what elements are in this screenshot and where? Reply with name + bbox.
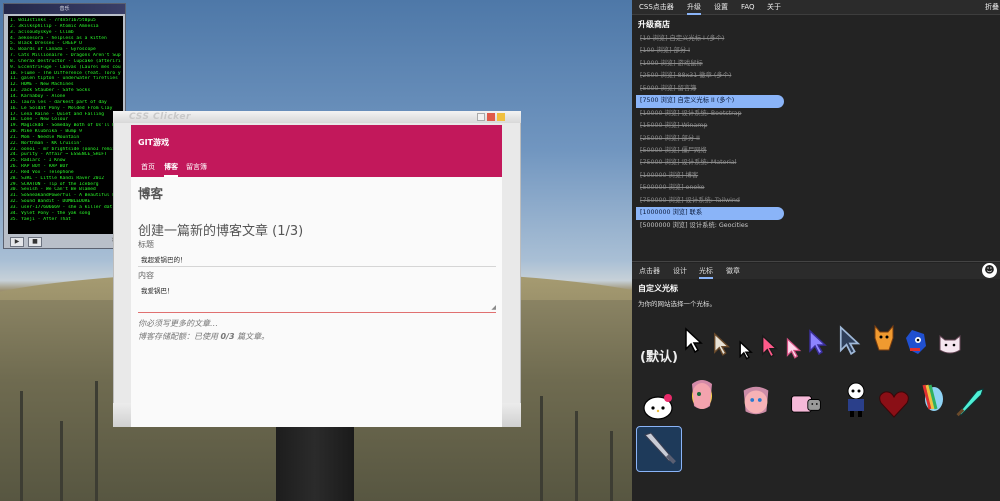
title-label: 标题 bbox=[138, 240, 154, 249]
blog-screen: GIT游戏 首页 博客 留言簿 博客 创建一篇新的博客文章 (1/3) 标题 我… bbox=[131, 125, 502, 427]
subtab-cursors[interactable]: 光标 bbox=[699, 265, 713, 279]
shop-item[interactable]: [5000000 浏览] 设计系统: Geocities bbox=[636, 220, 936, 232]
sonic-cursor-icon[interactable] bbox=[898, 324, 934, 360]
textarea-underline bbox=[138, 312, 496, 313]
title-underline bbox=[138, 266, 496, 267]
track-item[interactable]: 9. EccentriFuge - Canvas (Laurel mes cou… bbox=[10, 65, 121, 71]
app-bar: GIT游戏 首页 博客 留言簿 bbox=[131, 125, 502, 177]
folder-icon[interactable] bbox=[497, 113, 505, 121]
shop-item[interactable]: [100000 浏览] 博客 bbox=[636, 170, 936, 182]
tab-home[interactable]: 首页 bbox=[141, 160, 155, 175]
shop-item[interactable]: [50000 浏览] 僵尸网络 bbox=[636, 145, 936, 157]
skeleton-cursor-icon[interactable] bbox=[838, 382, 874, 418]
tree bbox=[95, 381, 98, 501]
fox-cursor-icon[interactable] bbox=[866, 320, 902, 356]
tree bbox=[540, 396, 543, 501]
tab-guestbook[interactable]: 留言簿 bbox=[186, 160, 207, 175]
shop-item[interactable]: [5000 浏览] 留言簿 bbox=[636, 83, 936, 95]
tree bbox=[575, 411, 578, 501]
quota-note: 博客存储配额：已使用 0/3 篇文章。 bbox=[138, 331, 269, 342]
content-label: 内容 bbox=[138, 271, 154, 280]
cursor-section-title: 自定义光标 bbox=[638, 284, 678, 293]
music-player: 音乐 1. 0d13stinks - 7r4n5r1675t0pu5 2. 3ki… bbox=[3, 3, 126, 249]
resize-grip-icon[interactable]: ◢ bbox=[491, 304, 496, 311]
quota-prefix: 博客存储配额：已使用 bbox=[138, 332, 221, 341]
nav-settings[interactable]: 设置 bbox=[714, 2, 728, 13]
quota-suffix: 篇文章。 bbox=[234, 332, 270, 341]
shop-item[interactable]: [10000 浏览] 设计系统: Bootstrap bbox=[636, 108, 936, 120]
pony-rainbow-cursor-icon[interactable] bbox=[914, 380, 950, 416]
quota-value: 0/3 bbox=[220, 332, 235, 341]
arrow-blue-cursor-icon[interactable] bbox=[832, 322, 868, 358]
page-title: 博客 bbox=[138, 186, 164, 201]
track-item[interactable]: 8. Cherax Destructor - Cupcake (afteriri… bbox=[10, 59, 121, 65]
nav-about[interactable]: 关于 bbox=[767, 2, 781, 13]
shop-item[interactable]: [1000000 浏览] 联系 bbox=[636, 207, 784, 220]
shop-item[interactable]: [750000 浏览] 设计系统: Tailwind bbox=[636, 195, 936, 207]
player-controls: ▶ ■ ♉ bbox=[8, 236, 123, 248]
player-title[interactable]: 音乐 bbox=[4, 4, 125, 14]
arrow-purple-cursor-icon[interactable] bbox=[800, 324, 836, 360]
track-list[interactable]: 1. 0d13stinks - 7r4n5r1675t0pu5 2. 3kilks… bbox=[8, 16, 123, 234]
sword-cursor-icon[interactable] bbox=[636, 426, 682, 472]
window-icon[interactable] bbox=[477, 113, 485, 121]
panel-divider bbox=[632, 261, 1000, 262]
tree bbox=[610, 431, 613, 501]
tab-blog[interactable]: 博客 bbox=[164, 160, 178, 177]
shop-item[interactable]: [10 浏览] 自定义光标 I (多个) bbox=[636, 33, 936, 45]
pony-yellow-cursor-icon[interactable] bbox=[738, 382, 774, 418]
shop-item[interactable]: [1000 浏览] 游戏鼠标 bbox=[636, 58, 936, 70]
subtab-clicker[interactable]: 点击器 bbox=[639, 265, 660, 277]
collapse-button[interactable]: 折叠 bbox=[985, 2, 999, 13]
content-area[interactable]: ◢ bbox=[138, 283, 496, 313]
pony-pink-cursor-icon[interactable] bbox=[684, 378, 720, 414]
track-item[interactable]: 16. Le Soldat Pony - Molded From Clay bbox=[10, 106, 121, 112]
cat-face-cursor-icon[interactable] bbox=[932, 326, 968, 362]
default-cursor-option[interactable]: (默认) bbox=[640, 346, 678, 365]
track-item[interactable]: 35. Yaeji - After That bbox=[10, 217, 121, 223]
play-button[interactable]: ▶ bbox=[10, 237, 24, 247]
sub-tabs: 点击器 设计 光标 徽章 bbox=[632, 263, 1000, 279]
shop-title: 升级商店 bbox=[638, 20, 670, 29]
shop-item[interactable]: [15000 浏览] Winamp bbox=[636, 120, 936, 132]
subtab-design[interactable]: 设计 bbox=[673, 265, 687, 277]
side-panel: CSS点击器 升级 设置 FAQ 关于 折叠 升级商店 [10 浏览] 自定义光… bbox=[632, 0, 1000, 501]
nyan-cat-cursor-icon[interactable] bbox=[788, 386, 824, 422]
app-title: GIT游戏 bbox=[138, 138, 169, 147]
track-item[interactable]: 15. laura les - darkest part of day bbox=[10, 100, 121, 106]
css-clicker-logo: CSS Clicker bbox=[129, 112, 191, 122]
heart-cursor-icon[interactable] bbox=[876, 386, 912, 422]
tree bbox=[60, 421, 63, 501]
nav-upgrades[interactable]: 升级 bbox=[687, 2, 701, 15]
notepad-icon[interactable] bbox=[487, 113, 495, 121]
shop-list: [10 浏览] 自定义光标 I (多个) [100 浏览] 部分 I [1000 浏… bbox=[636, 33, 936, 232]
create-heading: 创建一篇新的博客文章 (1/3) bbox=[138, 224, 304, 239]
shop-item[interactable]: [7500 浏览] 自定义光标 II (多个) bbox=[636, 95, 784, 108]
monitor-stand bbox=[276, 427, 354, 501]
shop-item[interactable]: [75000 浏览] 设计系统: Material bbox=[636, 157, 936, 169]
cursor-section-desc: 为你的网站选择一个光标。 bbox=[638, 300, 716, 308]
title-input[interactable]: 我超爱锅巴的！ bbox=[141, 254, 187, 264]
hello-kitty-cursor-icon[interactable] bbox=[640, 386, 676, 422]
top-nav: CSS点击器 升级 设置 FAQ 关于 折叠 bbox=[632, 0, 1000, 15]
more-posts-note: 你必须写更多的文章… bbox=[138, 319, 218, 328]
diamond-sword-cursor-icon[interactable] bbox=[952, 384, 988, 420]
shop-item[interactable]: [25000 浏览] 部分 II bbox=[636, 133, 936, 145]
nav-css-clicker[interactable]: CSS点击器 bbox=[639, 2, 674, 13]
oneko-cat-icon[interactable]: ☻ bbox=[982, 263, 997, 278]
subtab-badges[interactable]: 徽章 bbox=[726, 265, 740, 277]
shop-item[interactable]: [500000 浏览] oneko bbox=[636, 182, 936, 194]
tree bbox=[20, 391, 23, 501]
blog-content: 博客 创建一篇新的博客文章 (1/3) 标题 我超爱锅巴的！ 内容 我爱锅巴！ … bbox=[138, 183, 496, 341]
stop-button[interactable]: ■ bbox=[28, 237, 42, 247]
shop-item[interactable]: [100 浏览] 部分 I bbox=[636, 45, 936, 57]
track-item[interactable]: 33. user-177606669 - she a killer dat gi… bbox=[10, 205, 121, 211]
nav-faq[interactable]: FAQ bbox=[741, 2, 755, 13]
shop-item[interactable]: [2500 浏览] 88x31 徽章 (多个) bbox=[636, 70, 936, 82]
